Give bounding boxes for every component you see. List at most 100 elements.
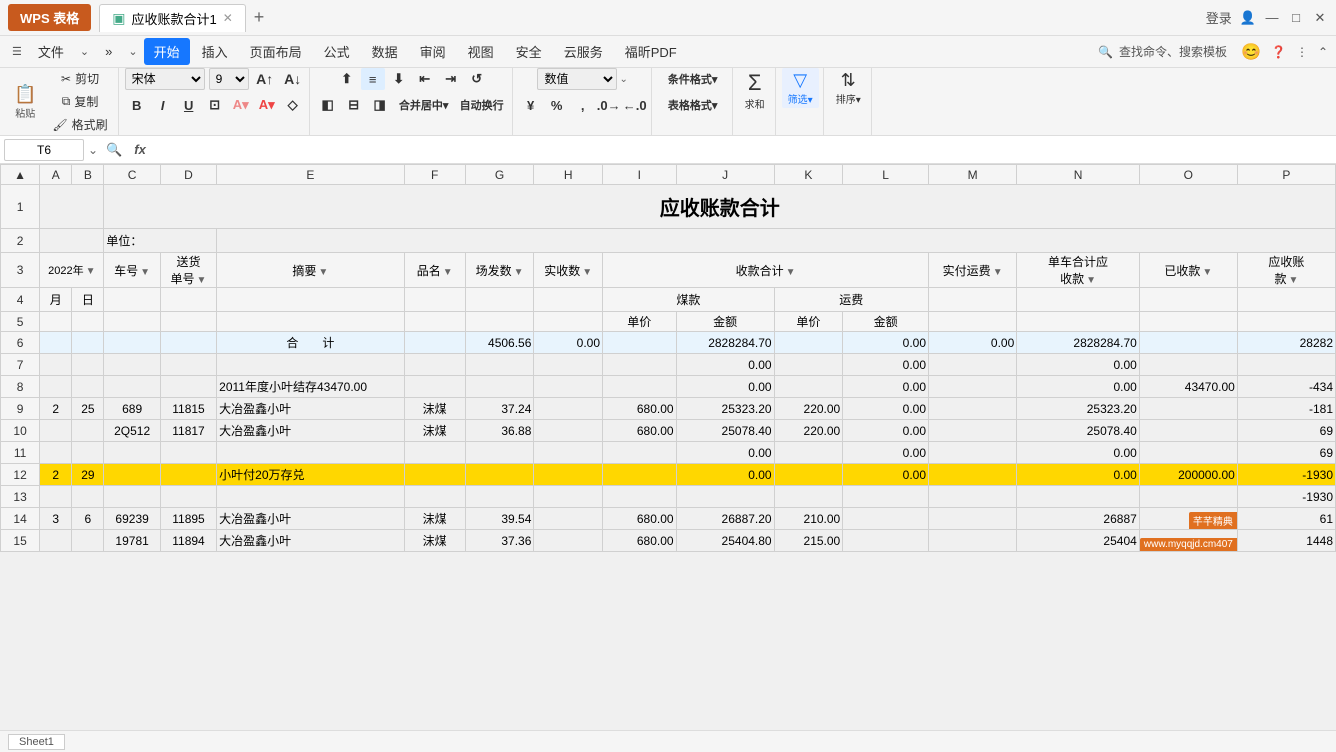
- align-top-button[interactable]: ⬆: [335, 68, 359, 90]
- r9-g[interactable]: 37.24: [465, 398, 534, 420]
- r15-f[interactable]: 沫煤: [404, 530, 465, 552]
- italic-button[interactable]: I: [151, 94, 175, 116]
- col-k-header[interactable]: K: [774, 165, 843, 185]
- cut-button[interactable]: ✂ 剪切: [46, 68, 113, 89]
- r13-o[interactable]: [1139, 486, 1237, 508]
- r8-h[interactable]: [534, 376, 603, 398]
- indent-dec-button[interactable]: ⇤: [413, 68, 437, 90]
- r6-e[interactable]: 合 计: [217, 332, 404, 354]
- r9-h[interactable]: [534, 398, 603, 420]
- r13-m[interactable]: [929, 486, 1017, 508]
- r12-k[interactable]: [774, 464, 843, 486]
- menu-pdf[interactable]: 福昕PDF: [615, 38, 687, 65]
- col-n-header[interactable]: N: [1017, 165, 1140, 185]
- decimal-inc-button[interactable]: .0→: [597, 94, 621, 116]
- r7-d[interactable]: [160, 354, 216, 376]
- cartotal-dropdown[interactable]: ▼: [1086, 275, 1096, 286]
- merge-button[interactable]: 合并居中▾: [394, 94, 454, 116]
- cell-reference[interactable]: T6: [4, 139, 84, 161]
- r9-m[interactable]: [929, 398, 1017, 420]
- font-family-select[interactable]: 宋体: [125, 68, 205, 90]
- num-expand-icon[interactable]: ⌄: [619, 74, 627, 85]
- tab-close-icon[interactable]: ✕: [223, 11, 233, 25]
- r8-i[interactable]: [603, 376, 677, 398]
- help-icon[interactable]: ❓: [1271, 45, 1286, 59]
- underline-button[interactable]: U: [177, 94, 201, 116]
- r8-e[interactable]: 2011年度小叶结存43470.00: [217, 376, 404, 398]
- r12-p[interactable]: -1930: [1237, 464, 1335, 486]
- menu-more-icon[interactable]: »: [95, 40, 122, 63]
- r14-e[interactable]: 大冶盈鑫小叶: [217, 508, 404, 530]
- align-vmid-button[interactable]: ≡: [361, 68, 385, 90]
- wps-logo[interactable]: WPS 表格: [8, 4, 91, 31]
- r6-g[interactable]: 4506.56: [465, 332, 534, 354]
- r12-c[interactable]: [104, 464, 160, 486]
- r11-c[interactable]: [104, 442, 160, 464]
- r9-b[interactable]: 25: [72, 398, 104, 420]
- r13-f[interactable]: [404, 486, 465, 508]
- r8-b[interactable]: [72, 376, 104, 398]
- align-right-button[interactable]: ◨: [368, 94, 392, 116]
- r8-j[interactable]: 0.00: [676, 376, 774, 398]
- r6-c[interactable]: [104, 332, 160, 354]
- r11-n[interactable]: 0.00: [1017, 442, 1140, 464]
- r10-b[interactable]: [72, 420, 104, 442]
- table-format-button[interactable]: 表格格式▾: [658, 94, 728, 116]
- r8-k[interactable]: [774, 376, 843, 398]
- cell-a2[interactable]: [40, 229, 104, 253]
- r10-e[interactable]: 大冶盈鑫小叶: [217, 420, 404, 442]
- decimal-dec-button[interactable]: ←.0: [623, 94, 647, 116]
- r9-k[interactable]: 220.00: [774, 398, 843, 420]
- r8-d[interactable]: [160, 376, 216, 398]
- col-p-header[interactable]: P: [1237, 165, 1335, 185]
- r7-o[interactable]: [1139, 354, 1237, 376]
- r12-d[interactable]: [160, 464, 216, 486]
- r15-e[interactable]: 大冶盈鑫小叶: [217, 530, 404, 552]
- r7-n[interactable]: 0.00: [1017, 354, 1140, 376]
- copy-button[interactable]: ⧉ 复制: [46, 91, 113, 112]
- r8-n[interactable]: 0.00: [1017, 376, 1140, 398]
- r14-g[interactable]: 39.54: [465, 508, 534, 530]
- r9-f[interactable]: 沫煤: [404, 398, 465, 420]
- r9-i[interactable]: 680.00: [603, 398, 677, 420]
- more-menu-icon[interactable]: ⋮: [1296, 45, 1308, 59]
- r6-d[interactable]: [160, 332, 216, 354]
- r6-m[interactable]: 0.00: [929, 332, 1017, 354]
- cell-e2[interactable]: [217, 229, 1336, 253]
- r7-j[interactable]: 0.00: [676, 354, 774, 376]
- r9-n[interactable]: 25323.20: [1017, 398, 1140, 420]
- r8-p[interactable]: -434: [1237, 376, 1335, 398]
- menu-file-arrow[interactable]: ⌄: [80, 45, 89, 58]
- sheet-wrapper[interactable]: ▲ A B C D E F G H I J K L M N O P: [0, 164, 1336, 730]
- r6-h[interactable]: 0.00: [534, 332, 603, 354]
- r15-g[interactable]: 37.36: [465, 530, 534, 552]
- r13-b[interactable]: [72, 486, 104, 508]
- r10-o[interactable]: [1139, 420, 1237, 442]
- r7-c[interactable]: [104, 354, 160, 376]
- r12-a[interactable]: 2: [40, 464, 72, 486]
- r14-o[interactable]: 芊芊精典: [1139, 508, 1237, 530]
- r9-d[interactable]: 11815: [160, 398, 216, 420]
- r8-a[interactable]: [40, 376, 72, 398]
- r12-b[interactable]: 29: [72, 464, 104, 486]
- product-dropdown[interactable]: ▼: [443, 267, 453, 278]
- r8-m[interactable]: [929, 376, 1017, 398]
- r6-k[interactable]: [774, 332, 843, 354]
- col-i-header[interactable]: I: [603, 165, 677, 185]
- minimize-button[interactable]: —: [1264, 10, 1280, 26]
- r6-o[interactable]: [1139, 332, 1237, 354]
- delivery-dropdown[interactable]: ▼: [197, 275, 207, 286]
- r8-o[interactable]: 43470.00: [1139, 376, 1237, 398]
- r11-a[interactable]: [40, 442, 72, 464]
- r12-n[interactable]: 0.00: [1017, 464, 1140, 486]
- r7-h[interactable]: [534, 354, 603, 376]
- menu-formula[interactable]: 公式: [314, 38, 360, 65]
- r15-k[interactable]: 215.00: [774, 530, 843, 552]
- r8-c[interactable]: [104, 376, 160, 398]
- r11-l[interactable]: 0.00: [843, 442, 929, 464]
- actualqty-dropdown[interactable]: ▼: [582, 267, 592, 278]
- r11-o[interactable]: [1139, 442, 1237, 464]
- r15-j[interactable]: 25404.80: [676, 530, 774, 552]
- menu-arrow2[interactable]: ⌄: [128, 45, 137, 58]
- r12-e[interactable]: 小叶付20万存兑: [217, 464, 404, 486]
